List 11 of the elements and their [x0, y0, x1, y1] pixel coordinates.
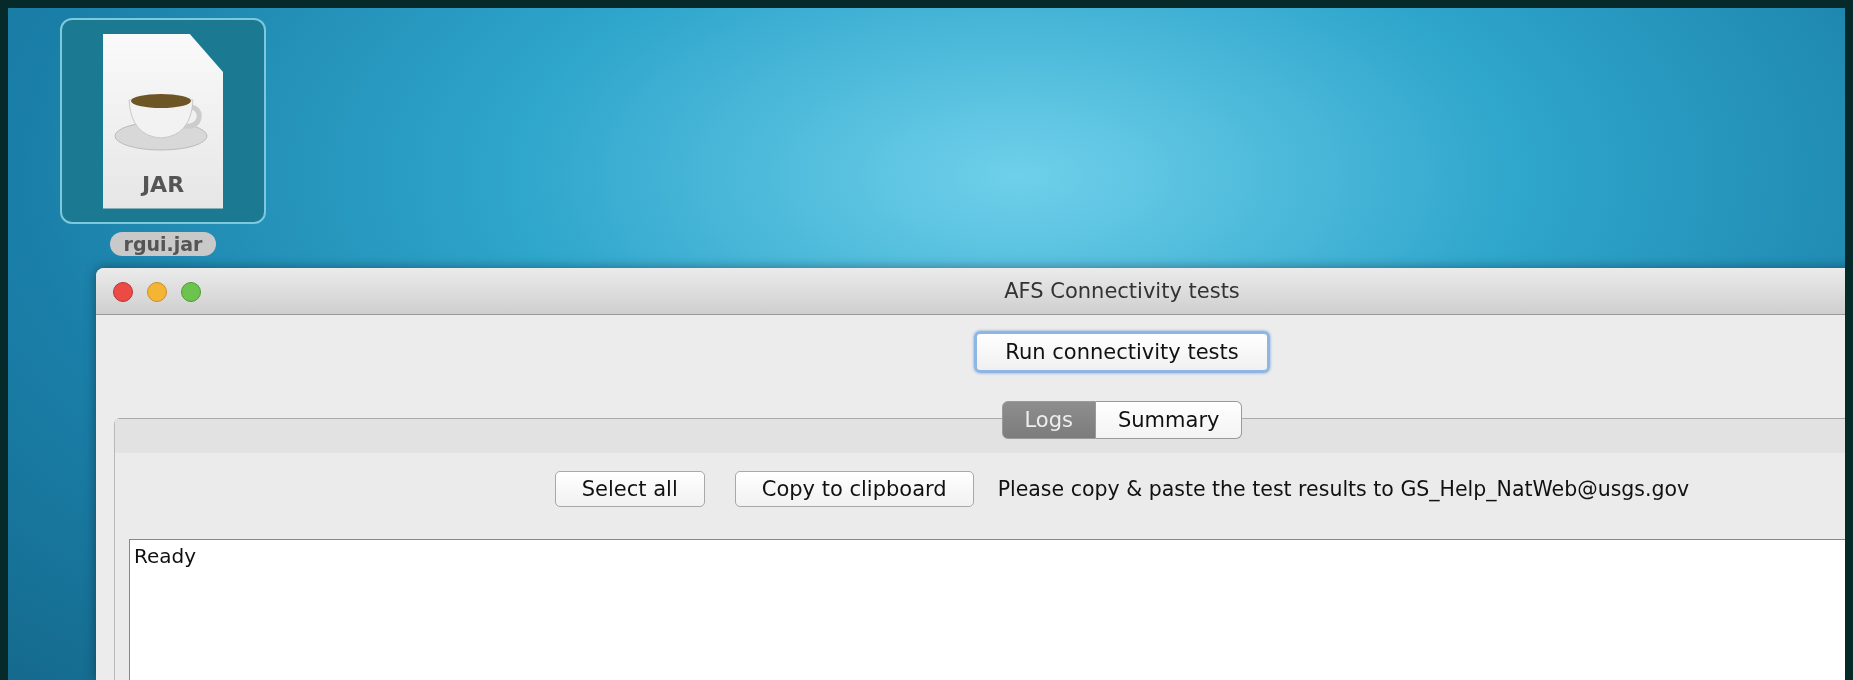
- log-line: Ready: [134, 544, 197, 568]
- toolbar-button[interactable]: Copy to clipboard: [734, 471, 974, 507]
- run-tests-button[interactable]: Run connectivity tests: [974, 331, 1270, 373]
- toolbar-button[interactable]: Select all: [554, 471, 705, 507]
- file-name-label[interactable]: rgui.jar: [109, 232, 217, 256]
- file-type-label: JAR: [141, 171, 185, 197]
- file-icon[interactable]: JAR: [60, 18, 266, 224]
- instruction-text: Please copy & paste the test results to GS_Help_NatWeb@usgs.gov: [997, 477, 1690, 501]
- window-title: AFS Connectivity tests: [1004, 279, 1240, 303]
- tab[interactable]: Summary: [1096, 401, 1243, 439]
- log-text-area[interactable]: Ready: [129, 539, 1845, 680]
